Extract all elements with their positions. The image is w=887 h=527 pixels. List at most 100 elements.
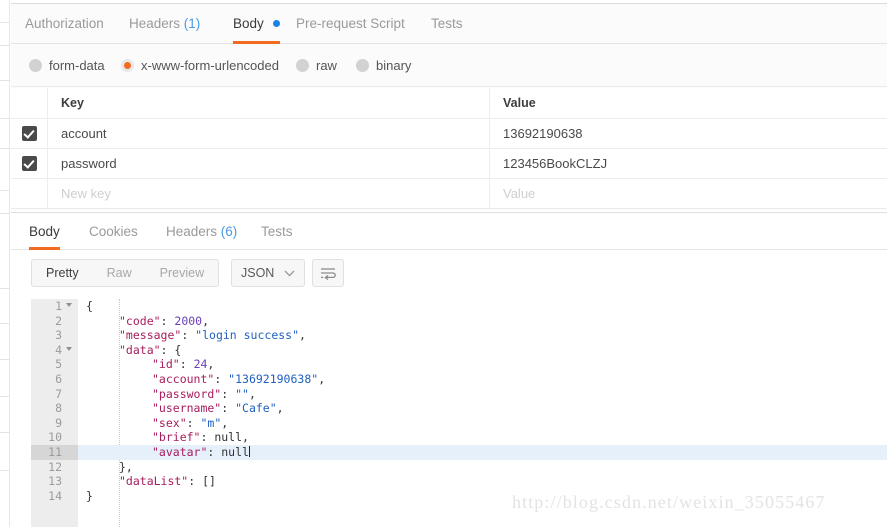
line-number: 11: [31, 444, 78, 460]
row-value-cell[interactable]: 123456BookCLZJ: [490, 149, 887, 178]
line-number: 2: [31, 313, 78, 329]
sidebar-divider: [0, 148, 10, 149]
code-line[interactable]: 14}: [31, 488, 887, 504]
tab-headers[interactable]: Headers (1): [129, 4, 200, 44]
radio-selected-icon: [121, 59, 134, 73]
response-tab-headers[interactable]: Headers (6): [166, 213, 237, 250]
radio-label: binary: [376, 58, 412, 73]
row-checkbox-cell[interactable]: [11, 179, 48, 208]
view-mode-pretty[interactable]: Pretty: [32, 260, 93, 286]
code-line[interactable]: 4 "data": {: [31, 342, 887, 358]
new-value-input[interactable]: Value: [503, 179, 535, 208]
tab-count: (6): [220, 224, 238, 239]
tab-body[interactable]: Body: [233, 4, 280, 44]
code-text: "account": "13692190638",: [152, 371, 326, 386]
code-text: }: [86, 488, 93, 503]
tab-label: Body: [29, 224, 60, 239]
sidebar-divider: [0, 213, 10, 214]
code-text: "dataList": []: [119, 474, 216, 489]
code-line[interactable]: 10 "brief": null,: [31, 430, 887, 445]
code-text: {: [86, 299, 93, 313]
response-body-editor[interactable]: 1{2 "code": 2000, 3 "message": "login succe…: [31, 299, 887, 527]
radio-label: raw: [316, 58, 337, 73]
line-number: 5: [31, 357, 78, 372]
code-line[interactable]: 13 "dataList": []: [31, 474, 887, 489]
row-checkbox-cell[interactable]: [11, 119, 48, 148]
radio-raw[interactable]: raw: [296, 45, 337, 87]
code-text: "username": "Cafe",: [152, 401, 284, 416]
code-line[interactable]: 12},: [31, 459, 887, 475]
line-number: 9: [31, 415, 78, 431]
code-line[interactable]: 9 "sex": "m",: [31, 415, 887, 431]
tab-pre-request-script[interactable]: Pre-request Script: [296, 4, 405, 44]
line-number: 14: [31, 488, 78, 504]
new-key-input[interactable]: New key: [61, 179, 111, 208]
left-sidebar-strip: [0, 0, 10, 527]
radio-unselected-icon: [296, 59, 309, 73]
radio-label: x-www-form-urlencoded: [141, 58, 279, 73]
code-text: "brief": null,: [152, 430, 249, 445]
radio-binary[interactable]: binary: [356, 45, 411, 87]
response-tab-cookies[interactable]: Cookies: [89, 213, 138, 250]
active-tab-underline: [233, 41, 280, 44]
value-input[interactable]: 123456BookCLZJ: [503, 149, 607, 178]
format-select[interactable]: JSON: [231, 259, 306, 287]
row-value-cell[interactable]: 13692190638: [490, 119, 887, 148]
checkbox-column-header: [11, 88, 48, 118]
code-line[interactable]: 8 "username": "Cafe",: [31, 401, 887, 416]
sidebar-divider: [0, 359, 10, 360]
code-text: },: [119, 459, 133, 474]
response-tab-tests[interactable]: Tests: [261, 213, 293, 250]
code-line[interactable]: 7 "password": "",: [31, 386, 887, 402]
sidebar-divider: [0, 396, 10, 397]
code-text: "code": 2000,: [119, 313, 210, 328]
row-value-cell[interactable]: Value: [490, 179, 887, 208]
checkbox-checked-icon[interactable]: [22, 126, 37, 141]
fold-arrow-icon[interactable]: [66, 346, 72, 351]
word-wrap-button[interactable]: [312, 259, 344, 287]
checkbox-checked-icon[interactable]: [22, 156, 37, 171]
view-mode-raw[interactable]: Raw: [93, 260, 146, 286]
sidebar-divider: [0, 22, 10, 23]
json-code-block[interactable]: 1{2 "code": 2000, 3 "message": "login succe…: [31, 299, 887, 504]
code-line[interactable]: 2 "code": 2000,: [31, 313, 887, 329]
sidebar-divider: [0, 80, 10, 81]
row-checkbox-cell[interactable]: [11, 149, 48, 178]
radio-x-www-form-urlencoded[interactable]: x-www-form-urlencoded: [121, 45, 279, 87]
row-key-cell[interactable]: account: [48, 119, 490, 148]
response-tab-body[interactable]: Body: [29, 213, 60, 250]
code-text: "avatar": null: [152, 444, 250, 459]
line-number: 3: [31, 328, 78, 343]
code-text: "message": "login success",: [119, 328, 306, 343]
sidebar-divider: [0, 118, 10, 119]
value-column-header: Value: [490, 88, 887, 118]
fold-arrow-icon[interactable]: [66, 303, 72, 307]
row-key-cell[interactable]: New key: [48, 179, 490, 208]
code-line[interactable]: 1{: [31, 299, 887, 314]
line-number: 13: [31, 474, 78, 489]
sidebar-divider: [0, 190, 10, 191]
body-mode-radio-group: form-data x-www-form-urlencoded raw bina…: [11, 45, 887, 87]
row-key-cell[interactable]: password: [48, 149, 490, 178]
view-mode-preview[interactable]: Preview: [146, 260, 218, 286]
request-pane: Authorization Headers (1) Body Pre-reque…: [11, 3, 887, 210]
tab-tests[interactable]: Tests: [431, 4, 463, 44]
radio-form-data[interactable]: form-data: [29, 45, 105, 87]
table-row-new: New key Value: [11, 179, 887, 209]
key-input[interactable]: account: [61, 119, 107, 148]
tab-label: Tests: [261, 224, 293, 239]
code-line[interactable]: 11 "avatar": null: [31, 444, 887, 460]
active-tab-underline: [29, 247, 60, 250]
table-row: password 123456BookCLZJ: [11, 149, 887, 179]
tab-label: Authorization: [25, 16, 104, 31]
code-line[interactable]: 5 "id": 24,: [31, 357, 887, 372]
response-tab-bar: Body Cookies Headers (6) Tests: [11, 213, 887, 250]
code-text: "sex": "m",: [152, 415, 229, 430]
code-line[interactable]: 3 "message": "login success",: [31, 328, 887, 343]
format-select-value: JSON: [241, 266, 275, 280]
code-line[interactable]: 6 "account": "13692190638",: [31, 371, 887, 387]
tab-authorization[interactable]: Authorization: [25, 4, 104, 44]
key-input[interactable]: password: [61, 149, 117, 178]
response-pane: Body Cookies Headers (6) Tests Pretty Ra…: [11, 212, 887, 527]
value-input[interactable]: 13692190638: [503, 119, 583, 148]
